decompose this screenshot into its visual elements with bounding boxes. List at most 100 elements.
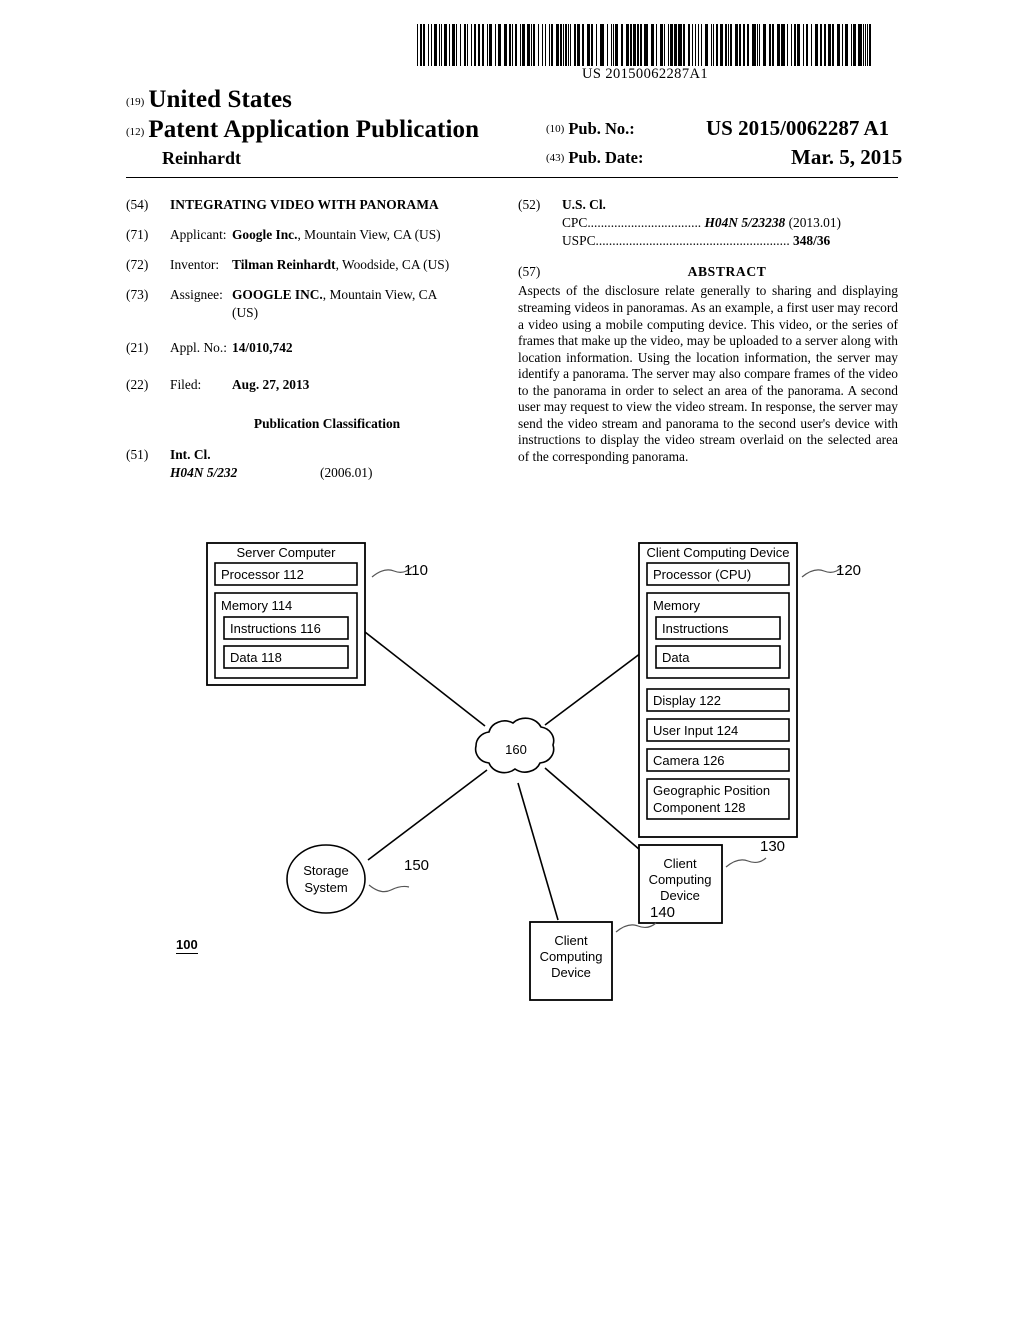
- bibliographic-right-column: (52) U.S. Cl. CPC.......................…: [518, 196, 898, 465]
- applicant-value: Google Inc., Mountain View, CA (US): [232, 226, 441, 243]
- link-network-storage: [367, 769, 488, 861]
- client-140-line1: Client: [554, 933, 588, 948]
- applicant-body: Applicant: Google Inc., Mountain View, CA…: [170, 226, 498, 243]
- uspc-row: USPC....................................…: [562, 232, 898, 249]
- cpc-value: H04N 5/23238: [704, 215, 786, 231]
- client-geo-label-line2: Component 128: [653, 800, 746, 815]
- assignee-value: GOOGLE INC., Mountain View, CA (US): [232, 286, 437, 320]
- abstract-heading-row: (57) ABSTRACT: [518, 263, 898, 281]
- client-detail-ref-label: 120: [836, 562, 861, 579]
- client-camera-label: Camera 126: [653, 753, 725, 768]
- pub-no-label: Pub. No.:: [568, 119, 635, 138]
- link-clientdetail-network: [544, 649, 646, 726]
- client-140-line2: Computing: [540, 949, 603, 964]
- us-cl-body: U.S. Cl. CPC............................…: [562, 196, 898, 249]
- appl-no-row: (21) Appl. No.: 14/010,742: [126, 339, 498, 356]
- storage-label-line1: Storage: [303, 863, 349, 878]
- title-code: (54): [126, 197, 149, 212]
- figure-diagram: Server Computer Processor 112 Memory 114…: [0, 520, 1024, 1020]
- appl-no-code: (21): [126, 339, 149, 355]
- storage-system-block: Storage System 150: [286, 844, 429, 914]
- assignee-name: GOOGLE INC.: [232, 287, 323, 303]
- figure-number-label: 100: [176, 937, 198, 955]
- applicant-label: Applicant:: [170, 227, 227, 243]
- server-data-label: Data 118: [230, 650, 282, 665]
- server-ref-label: 110: [404, 562, 428, 579]
- assignee-address: , Mountain View, CA: [322, 287, 438, 303]
- appl-no-label: Appl. No.:: [170, 339, 227, 355]
- storage-label-line2: System: [304, 880, 347, 895]
- applicant-row: (71) Applicant: Google Inc., Mountain Vie…: [126, 226, 498, 243]
- filed-code: (22): [126, 376, 149, 392]
- pub-no-value: US 2015/0062287 A1: [706, 116, 890, 140]
- server-instructions-label: Instructions 116: [230, 621, 321, 636]
- applicant-code: (71): [126, 227, 149, 243]
- doc-type: Patent Application Publication: [148, 116, 480, 143]
- client-130-ref-label: 130: [760, 838, 785, 855]
- int-cl-value: H04N 5/232: [170, 465, 238, 481]
- masthead: (19) United States (12) Patent Applicati…: [126, 86, 906, 169]
- client-130-line3: Device: [660, 888, 700, 903]
- country-line: (19) United States: [126, 86, 292, 114]
- network-cloud: 160: [474, 717, 555, 774]
- publication-classification-heading: Publication Classification: [253, 416, 401, 432]
- inventor-surname: Reinhardt: [162, 148, 242, 168]
- us-cl-row: (52) U.S. Cl. CPC.......................…: [518, 196, 898, 249]
- inventor-row: (72) Inventor: Tilman Reinhardt, Woodside…: [126, 256, 498, 273]
- int-cl-body: Int. Cl. H04N 5/232 (2006.01): [170, 446, 498, 481]
- client-instructions-label: Instructions: [662, 621, 729, 636]
- cpc-key: CPC: [562, 215, 588, 231]
- filed-row: (22) Filed: Aug. 27, 2013: [126, 376, 498, 393]
- filed-value: Aug. 27, 2013: [232, 376, 310, 392]
- filed-label: Filed:: [170, 376, 202, 392]
- leader-140: [615, 922, 657, 933]
- client-detail-block: Client Computing Device Processor (CPU) …: [638, 542, 861, 838]
- uspc-dots: ........................................…: [595, 233, 790, 249]
- client-130-line2: Computing: [649, 872, 712, 887]
- header-divider: [126, 177, 898, 178]
- client-display-label: Display 122: [653, 693, 721, 708]
- pub-no-row: (10) Pub. No.: US 2015/0062287 A1: [546, 116, 1024, 147]
- cpc-row: CPC.................................. H0…: [562, 214, 898, 231]
- connection-lines: [364, 631, 646, 921]
- int-cl-row: (51) Int. Cl. H04N 5/232 (2006.01): [126, 446, 498, 481]
- server-title: Server Computer: [237, 545, 337, 560]
- inventor-code: (72): [126, 257, 149, 273]
- server-computer-block: Server Computer Processor 112 Memory 114…: [206, 542, 428, 686]
- client-140-block: Client Computing Device 140: [529, 904, 675, 1001]
- storage-ref-label: 150: [404, 857, 429, 874]
- assignee-body: Assignee: GOOGLE INC., Mountain View, CA (…: [170, 286, 498, 320]
- code-43: (43): [546, 152, 565, 164]
- abstract-title: ABSTRACT: [687, 264, 767, 280]
- client-geo-label-line1: Geographic Position: [653, 783, 770, 798]
- abstract-code: (57): [518, 264, 541, 280]
- pub-date-label: Pub. Date:: [568, 148, 644, 167]
- uspc-key: USPC: [562, 233, 596, 249]
- int-cl-code: (51): [126, 447, 149, 463]
- doc-type-line: (12) Patent Application Publication: [126, 116, 479, 144]
- client-user-input-label: User Input 124: [653, 723, 738, 738]
- network-ref-label: 160: [505, 742, 527, 757]
- inventor-address: , Woodside, CA (US): [335, 257, 450, 273]
- barcode: [415, 24, 875, 66]
- leader-130: [725, 857, 767, 868]
- assignee-code: (73): [126, 287, 149, 303]
- uspc-value: 348/36: [793, 233, 831, 249]
- assignee-country: (US): [232, 304, 259, 320]
- client-130-line1: Client: [663, 856, 697, 871]
- client-140-line3: Device: [551, 965, 591, 980]
- inventor-label: Inventor:: [170, 257, 220, 273]
- invention-title: INTEGRATING VIDEO WITH PANORAMA: [170, 197, 439, 212]
- cpc-dots: ..................................: [587, 215, 702, 231]
- code-12: (12): [126, 126, 145, 138]
- inventor-body: Inventor: Tilman Reinhardt, Woodside, CA …: [170, 256, 498, 273]
- cpc-version: (2013.01): [788, 215, 842, 231]
- leader-150: [368, 884, 410, 893]
- us-cl-label: U.S. Cl.: [562, 197, 606, 212]
- client-processor-label: Processor (CPU): [653, 567, 751, 582]
- client-memory-label: Memory: [653, 598, 700, 613]
- client-data-label: Data: [662, 650, 690, 665]
- server-memory-label: Memory 114: [221, 598, 292, 613]
- title-row: (54) INTEGRATING VIDEO WITH PANORAMA: [126, 196, 498, 213]
- link-server-network: [364, 631, 486, 727]
